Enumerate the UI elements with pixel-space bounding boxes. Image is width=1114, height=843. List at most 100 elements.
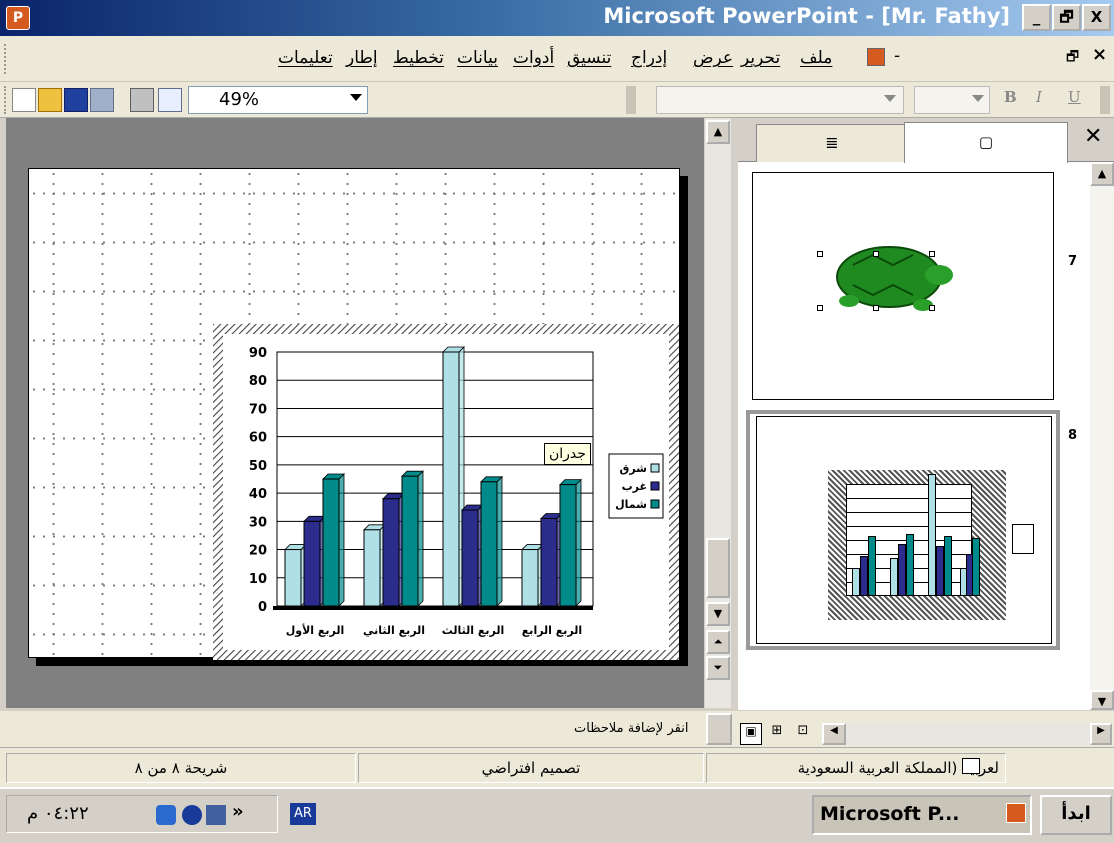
print-preview-icon[interactable]	[158, 88, 182, 112]
notes-splitter[interactable]	[706, 713, 732, 745]
toolbar-overflow[interactable]	[626, 86, 636, 114]
menu-edit[interactable]: تحرير	[741, 48, 780, 68]
x-tick-label: الربع الثاني	[363, 624, 425, 637]
chart-object[interactable]: 0 10 20 30 40 50 60 70 80 90 الربع الأول الربع الثا…	[213, 324, 679, 660]
tab-outline[interactable]: ≣	[756, 124, 908, 162]
open-icon[interactable]	[38, 88, 62, 112]
start-label: ابدأ	[1061, 803, 1091, 824]
new-icon[interactable]	[12, 88, 36, 112]
app-icon[interactable]: P	[6, 6, 30, 30]
bar-side	[575, 478, 582, 607]
menu-window[interactable]: إطار	[346, 48, 378, 68]
bar-side	[417, 470, 424, 607]
slide-thumbnail-8[interactable]	[746, 410, 1060, 650]
taskbar-app-button[interactable]: Microsoft P...	[812, 795, 1032, 835]
underline-button[interactable]: U	[1068, 88, 1081, 106]
bar	[284, 549, 302, 607]
doc-close-button[interactable]: ×	[1092, 44, 1107, 65]
pane-scrollbar[interactable]: ▲ ▼	[1090, 162, 1114, 710]
size-dropdown-icon[interactable]	[972, 95, 984, 102]
hscroll-left-icon[interactable]: ◀	[822, 723, 846, 745]
menu-insert[interactable]: إدراج	[631, 48, 667, 68]
normal-view-icon[interactable]: ▣	[740, 723, 762, 745]
restore-button[interactable]: 🗗	[1052, 4, 1081, 31]
scroll-down-icon[interactable]: ▼	[706, 602, 730, 626]
menu-help[interactable]: تعليمات	[278, 48, 333, 68]
y-tick-label: 80	[249, 374, 267, 389]
y-tick-label: 10	[249, 572, 267, 587]
permission-icon[interactable]	[90, 88, 114, 112]
slide-thumbnail-7[interactable]	[752, 172, 1054, 400]
menu-bar: تعليمات إطار تخطيط بيانات أدوات تنسيق إد…	[0, 36, 1114, 82]
y-tick-label: 0	[258, 600, 267, 615]
hscroll-right-icon[interactable]: ▶	[1090, 723, 1112, 745]
start-button[interactable]: ابدأ	[1040, 795, 1112, 835]
previous-slide-icon[interactable]: ⏶	[706, 630, 730, 654]
floor	[273, 606, 593, 610]
slide-sorter-icon[interactable]: ⊞	[766, 723, 788, 745]
scroll-up-icon[interactable]: ▲	[706, 120, 730, 144]
handle	[817, 251, 823, 257]
next-slide-icon[interactable]: ⏷	[706, 656, 730, 680]
y-tick-label: 50	[249, 459, 267, 474]
menu-view[interactable]: عرض	[693, 48, 733, 68]
minimize-button[interactable]: _	[1022, 4, 1051, 31]
close-button[interactable]: X	[1082, 4, 1111, 31]
language-indicator[interactable]: AR	[290, 803, 316, 825]
bar	[461, 509, 479, 607]
zoom-box[interactable]: 49%	[188, 86, 368, 114]
doc-restore-button[interactable]: 🗗	[1066, 46, 1079, 70]
bar	[303, 520, 321, 607]
bar	[442, 351, 460, 607]
menu-file[interactable]: ملف	[800, 48, 832, 68]
menu-format[interactable]: تنسيق	[567, 48, 611, 68]
scroll-thumb[interactable]	[706, 538, 730, 598]
doc-icon[interactable]	[867, 48, 885, 66]
notes-placeholder[interactable]: انقر لإضافة ملاحظات	[574, 721, 688, 736]
spelling-icon	[962, 758, 980, 774]
y-tick-label: 40	[249, 487, 267, 502]
legend: شرق غرب شمال	[608, 453, 664, 519]
menu-data[interactable]: بيانات	[457, 48, 498, 68]
handle	[873, 251, 879, 257]
bar	[521, 549, 539, 607]
grip	[4, 44, 8, 74]
clock[interactable]: ٠٤:٢٢ م	[27, 803, 89, 824]
print-icon[interactable]	[130, 88, 154, 112]
pane-scroll-up-icon[interactable]: ▲	[1090, 162, 1114, 186]
bar	[401, 475, 419, 607]
doc-minimize-button[interactable]: -	[894, 46, 900, 66]
security-icon[interactable]	[182, 805, 202, 825]
tab-slides[interactable]: ▢	[904, 122, 1068, 163]
pane-hscrollbar[interactable]	[846, 723, 1090, 745]
bar-side	[338, 473, 345, 607]
y-tick-label: 20	[249, 544, 267, 559]
slide-canvas[interactable]: 0 10 20 30 40 50 60 70 80 90 الربع الأول الربع الثا…	[28, 168, 680, 660]
y-tick-label: 30	[249, 515, 267, 530]
tray-expand-icon[interactable]: »	[232, 801, 244, 822]
status-slide-count: شريحة ٨ من ٨	[6, 753, 356, 783]
pane-scroll-down-icon[interactable]: ▼	[1090, 690, 1114, 710]
toolbar-overflow-2[interactable]	[1100, 86, 1110, 114]
slideshow-icon[interactable]: ⊡	[792, 723, 814, 745]
menu-tools[interactable]: أدوات	[513, 48, 554, 68]
powerpoint-icon	[1006, 803, 1026, 823]
network-icon[interactable]	[156, 805, 176, 825]
bar-side	[496, 475, 503, 607]
zoom-dropdown-icon[interactable]	[350, 94, 362, 101]
grip	[4, 86, 8, 114]
slide-vertical-scrollbar[interactable]: ▲ ▼ ⏶ ⏷	[705, 118, 731, 708]
handle	[929, 305, 935, 311]
status-design[interactable]: تصميم افتراضي	[358, 753, 704, 783]
y-tick-label: 70	[249, 402, 267, 417]
menu-chart[interactable]: تخطيط	[393, 48, 444, 68]
pane-close-icon[interactable]: ✕	[1084, 124, 1102, 149]
font-dropdown-icon[interactable]	[884, 95, 896, 102]
taskbar-app-label: Microsoft P...	[820, 803, 960, 825]
bold-button[interactable]: B	[1004, 88, 1017, 106]
italic-button[interactable]: I	[1036, 88, 1042, 106]
font-name-box[interactable]	[656, 86, 904, 114]
save-icon[interactable]	[64, 88, 88, 112]
bar	[480, 481, 498, 607]
volume-icon[interactable]	[206, 805, 226, 825]
